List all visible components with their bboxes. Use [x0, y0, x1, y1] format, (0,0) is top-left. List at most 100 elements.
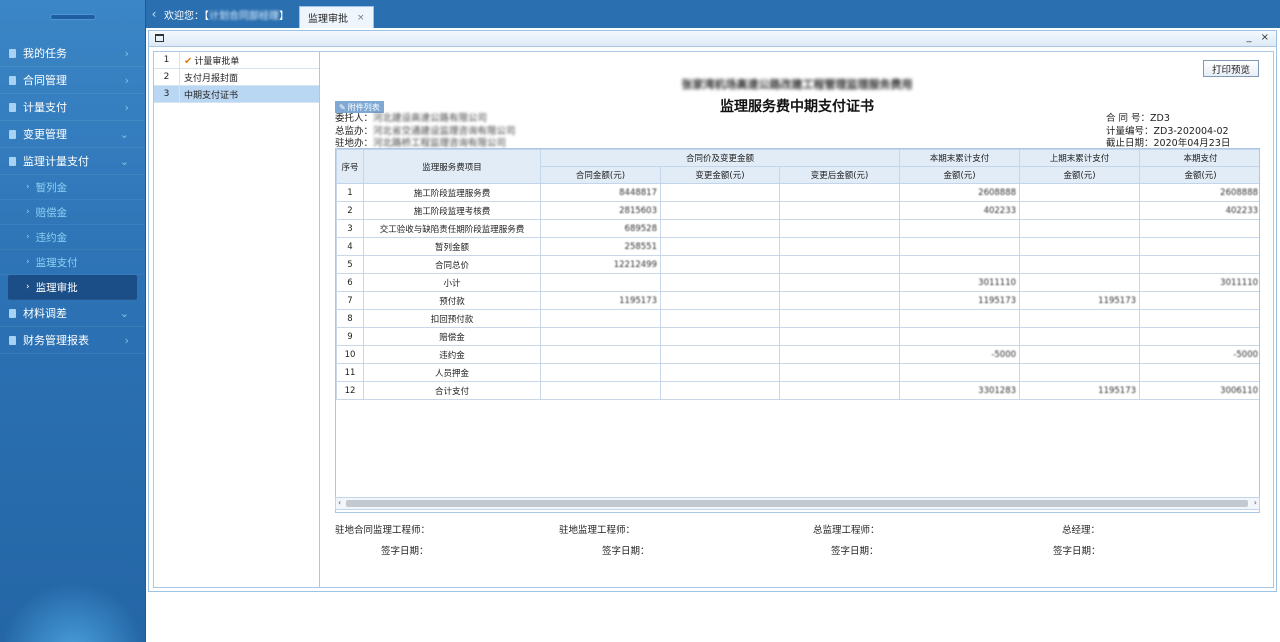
cell-current	[1139, 219, 1259, 238]
sidebar-item-label: 监理计量支付	[23, 155, 89, 168]
header-prev-total: 上期末累计支付	[1019, 149, 1141, 167]
cell-change-amount	[660, 381, 780, 400]
chevron-right-icon: ›	[26, 282, 30, 292]
cell-current-total-value: 2608888	[978, 187, 1017, 198]
cell-contract-amount	[540, 363, 661, 382]
cell-current-total	[899, 309, 1021, 328]
sidebar-subitem-compensation[interactable]: › 赔偿金	[0, 200, 145, 225]
attachment-list-button[interactable]: ✎ 附件列表	[335, 101, 384, 113]
cell-after-change	[778, 363, 901, 382]
payment-table: 序号 监理服务费项目 合同价及变更金额 本期末累计支付 上期末累计支付 本期支付…	[336, 149, 1259, 400]
sidebar-item-my-tasks[interactable]: 我的任务 ›	[0, 40, 145, 67]
cell-after-change	[778, 183, 901, 202]
list-item-number: 3	[154, 85, 180, 103]
document-icon	[9, 308, 16, 318]
sidebar-item-change[interactable]: 变更管理 ⌄	[0, 121, 145, 148]
scrollbar-thumb[interactable]	[346, 500, 1248, 507]
sidebar-item-measurement[interactable]: 计量支付 ›	[0, 94, 145, 121]
cell-contract-amount: 8448817	[540, 183, 661, 202]
signature-label: 总监理工程师：	[813, 525, 880, 536]
sidebar-item-contract[interactable]: 合同管理 ›	[0, 67, 145, 94]
cell-change-amount	[660, 201, 780, 220]
cell-item: 合同总价	[363, 255, 541, 274]
cell-current-total	[899, 219, 1021, 238]
cell-seq: 12	[336, 381, 364, 400]
sidebar-subitem-penalty[interactable]: › 违约金	[0, 225, 145, 250]
sidebar-item-label: 变更管理	[23, 128, 67, 141]
cell-current-total	[899, 363, 1021, 382]
list-item[interactable]: 2 支付月报封面	[154, 68, 319, 86]
list-item-selected[interactable]: 3 中期支付证书	[154, 85, 319, 103]
cell-current-total-value: 1195173	[978, 295, 1017, 306]
cell-change-amount	[660, 327, 780, 346]
print-preview-button[interactable]: 打印预览	[1202, 60, 1259, 77]
cell-current	[1139, 309, 1259, 328]
cell-item: 施工阶段监理服务费	[363, 183, 541, 202]
cell-change-amount	[660, 345, 780, 364]
signature-date-label: 签字日期：	[381, 546, 429, 557]
project-name: 张家湾机场高速公路改建工程管理监理服务费用	[681, 78, 913, 91]
cell-prev-total	[1019, 237, 1141, 256]
cell-contract-amount	[540, 273, 661, 292]
sidebar-item-label: 财务管理报表	[23, 334, 89, 347]
sidebar-subitem-label: 违约金	[35, 231, 68, 244]
close-icon[interactable]: ×	[357, 13, 365, 23]
signature-row: 驻地合同监理工程师： 驻地监理工程师： 总监理工程师： 总经理：	[335, 522, 1260, 536]
header-seq: 序号	[336, 149, 364, 184]
sidebar-subitem-label: 监理审批	[35, 281, 78, 294]
scroll-left-icon[interactable]: ‹	[338, 498, 341, 507]
cell-seq: 3	[336, 219, 364, 238]
contract-value: ZD3	[1150, 113, 1170, 124]
cell-seq: 5	[336, 255, 364, 274]
header-current-total: 本期末累计支付	[899, 149, 1021, 167]
horizontal-scrollbar[interactable]: ‹ ›	[335, 497, 1260, 510]
cell-current-total	[899, 255, 1021, 274]
sidebar-item-supervision-payment[interactable]: 监理计量支付 ⌄	[0, 148, 145, 175]
cell-change-amount	[660, 363, 780, 382]
sidebar-item-label: 计量支付	[23, 101, 67, 114]
cell-after-change	[778, 237, 901, 256]
sidebar-item-material-adjust[interactable]: 材料调差 ⌄	[0, 300, 145, 327]
document-nav-list: 1 ✔ 计量审批单 2 支付月报封面 3 中期支付证书	[154, 51, 320, 587]
cell-seq: 2	[336, 201, 364, 220]
cell-prev-total-value: 1195173	[1098, 385, 1137, 396]
cell-current-total: 3011110	[899, 273, 1021, 292]
cell-after-change	[778, 309, 901, 328]
scroll-right-icon[interactable]: ›	[1254, 498, 1257, 507]
chevron-right-icon: ›	[26, 207, 30, 217]
cell-item: 赔偿金	[363, 327, 541, 346]
table-row: 10 违约金 -5000 -5000	[336, 345, 1259, 364]
window-icon	[155, 34, 164, 42]
tab-supervision-approval[interactable]: 监理审批 ×	[299, 6, 374, 28]
main-content: _ × 1 ✔ 计量审批单 2 支付月报封面 3 中期支付证书 打印预览 张家湾…	[146, 28, 1280, 642]
table-row: 11 人员押金	[336, 363, 1259, 382]
list-item-text: 计量审批单	[194, 56, 240, 67]
sidebar-subitem-supervision-pay[interactable]: › 监理支付	[0, 250, 145, 275]
cell-prev-total: 1195173	[1019, 381, 1141, 400]
sidebar-subitem-supervision-approval[interactable]: › 监理审批	[8, 275, 137, 300]
sidebar-item-finance-report[interactable]: 财务管理报表 ›	[0, 327, 145, 354]
cell-current-total-value: 402233	[983, 205, 1017, 216]
document-icon	[9, 129, 16, 139]
chevron-left-icon[interactable]: ‹	[146, 0, 162, 28]
cell-item: 交工验收与缺陷责任期阶段监理服务费	[363, 219, 541, 238]
sidebar-subitem-provisional[interactable]: › 暂列金	[0, 175, 145, 200]
cell-contract-amount-value: 1195173	[619, 295, 657, 306]
list-item[interactable]: 1 ✔ 计量审批单	[154, 51, 319, 69]
cell-current-total	[899, 237, 1021, 256]
cell-change-amount	[660, 273, 780, 292]
document-meta-left: 委托人：河北建设高速公路有限公司 总监办：河北省交通建设监理咨询有限公司 驻地办…	[335, 113, 516, 151]
cell-item: 人员押金	[363, 363, 541, 382]
document-icon	[9, 335, 16, 345]
window-controls[interactable]: _ ×	[1246, 32, 1272, 43]
cell-after-change	[778, 255, 901, 274]
checkmark-icon: ✔	[184, 55, 193, 67]
cell-current: -5000	[1139, 345, 1259, 364]
cell-change-amount	[660, 219, 780, 238]
cell-current-total-value: 3301283	[978, 385, 1017, 396]
welcome-text: 欢迎您：【 计划合同部经理】	[162, 0, 295, 28]
chevron-right-icon: ›	[124, 100, 129, 114]
cell-item: 扣回预付款	[363, 309, 541, 328]
table-row: 6 小计 3011110 3011110	[336, 273, 1259, 292]
cell-prev-total	[1019, 363, 1141, 382]
